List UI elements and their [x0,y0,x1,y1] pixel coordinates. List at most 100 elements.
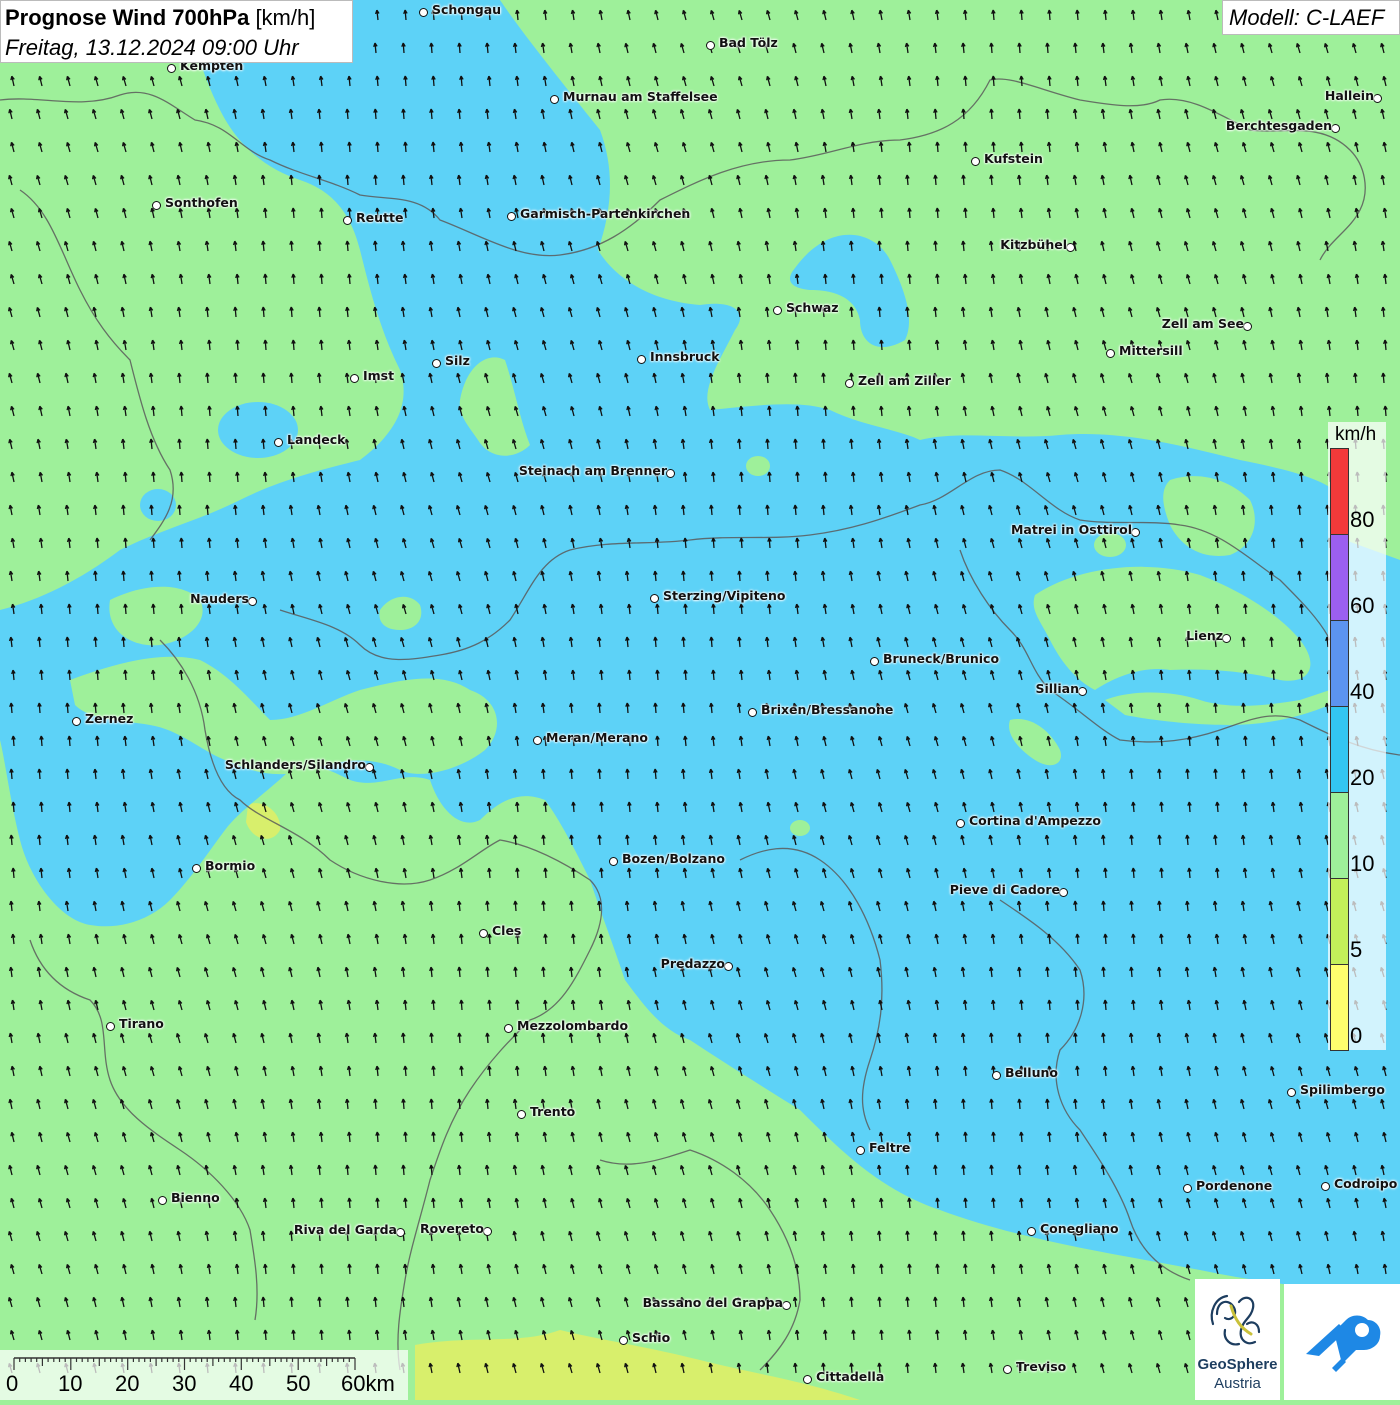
city-marker [1373,94,1382,103]
city-label: Conegliano [1040,1221,1119,1236]
city-marker [550,95,559,104]
city-marker [479,929,488,938]
city-marker [432,359,441,368]
city-marker [971,157,980,166]
city-marker [1183,1184,1192,1193]
city-marker [856,1146,865,1155]
city-label: Mittersill [1119,343,1183,358]
legend-swatch [1330,448,1349,535]
city-marker [396,1228,405,1237]
city-label: Kufstein [984,151,1043,166]
city-label: Sterzing/Vipiteno [663,588,786,603]
scale-label: 50 [286,1371,311,1396]
city-marker [870,657,879,666]
city-label: Pordenone [1196,1178,1273,1193]
city-marker [956,819,965,828]
scale-label: 30 [172,1371,197,1396]
city-marker [483,1227,492,1236]
city-label: Silz [445,353,470,368]
city-label: Zell am See [1161,316,1244,331]
city-marker [1331,124,1340,133]
city-label: Hallein [1324,88,1374,103]
city-marker [1243,322,1252,331]
city-marker [167,64,176,73]
city-label: Trento [530,1104,576,1119]
city-label: Bad Tölz [719,35,778,50]
legend-label: 0 [1350,1023,1363,1048]
city-marker [666,469,675,478]
city-marker [365,763,374,772]
city-marker [724,962,733,971]
city-layer: Schongau Bad Tölz Kempten Hallein Murnau am … [0,0,1400,1400]
city-marker [350,374,359,383]
city-label: Codroipo [1334,1176,1398,1191]
city-label: Schongau [432,2,502,17]
city-label: Zell am Ziller [858,373,951,388]
city-marker [152,201,161,210]
city-label: Landeck [287,432,346,447]
city-label: Cortina d'Ampezzo [969,813,1101,828]
city-label: Matrei in Osttirol [1010,522,1132,537]
city-marker [803,1375,812,1384]
city-label: Feltre [869,1140,911,1155]
legend-label: 20 [1350,765,1375,790]
city-label: Brixen/Bressanone [761,702,894,717]
weather-app-icon [1306,1315,1381,1372]
city-marker [343,216,352,225]
model-box: Modell: C-LAEF [1222,0,1400,35]
city-marker [773,306,782,315]
scale-label: 20 [115,1371,140,1396]
city-marker [1059,888,1068,897]
city-marker [1003,1365,1012,1374]
city-label: Treviso [1016,1359,1067,1374]
city-label: Sonthofen [165,195,238,210]
city-label: Schlanders/Silandro [224,757,366,772]
city-label: Zernez [85,711,134,726]
geosphere-logo-icon [1210,1294,1261,1346]
city-marker [533,736,542,745]
city-marker [1066,243,1075,252]
city-marker [992,1071,1001,1080]
city-marker [419,8,428,17]
legend-swatch [1330,706,1349,793]
legend-swatch [1330,792,1349,879]
city-marker [248,597,257,606]
city-marker [619,1336,628,1345]
city-label: Lienz [1186,628,1223,643]
city-marker [650,594,659,603]
city-label: Bassano del Grappa [642,1295,783,1310]
legend-label: 5 [1350,937,1363,962]
scale-label: 40 [229,1371,254,1396]
geosphere-logo: GeoSphere Austria [1195,1279,1280,1400]
legend-label: 60 [1350,593,1375,618]
city-label: Murnau am Staffelsee [563,89,718,104]
legend-swatch [1330,878,1349,965]
city-label: Steinach am Brenner [518,463,667,478]
legend-swatch [1330,964,1349,1051]
city-marker [1131,528,1140,537]
map-title-bold: Prognose Wind 700hPa [5,5,250,30]
city-label: Belluno [1005,1065,1058,1080]
city-label: Schio [632,1330,671,1345]
city-label: Garmisch-Partenkirchen [520,206,691,221]
city-label: Cles [492,923,522,938]
forecast-date: Freitag, 13.12.2024 09:00 Uhr [5,35,299,60]
city-label: Riva del Garda [293,1222,397,1237]
city-marker [72,717,81,726]
city-marker [106,1022,115,1031]
city-marker [1027,1227,1036,1236]
city-marker [1287,1088,1296,1097]
city-marker [1321,1182,1330,1191]
city-label: Pieve di Cadore [949,882,1060,897]
city-label: Innsbruck [650,349,720,364]
city-marker [158,1196,167,1205]
map-title-unit: [km/h] [255,5,316,30]
city-marker [507,212,516,221]
city-label: Bozen/Bolzano [622,851,725,866]
scale-label: 60km [341,1371,395,1396]
city-marker [274,438,283,447]
city-marker [517,1110,526,1119]
city-label: Rovereto [419,1221,484,1236]
city-label: Schwaz [786,300,839,315]
geosphere-logo-name: GeoSphere [1197,1356,1278,1373]
